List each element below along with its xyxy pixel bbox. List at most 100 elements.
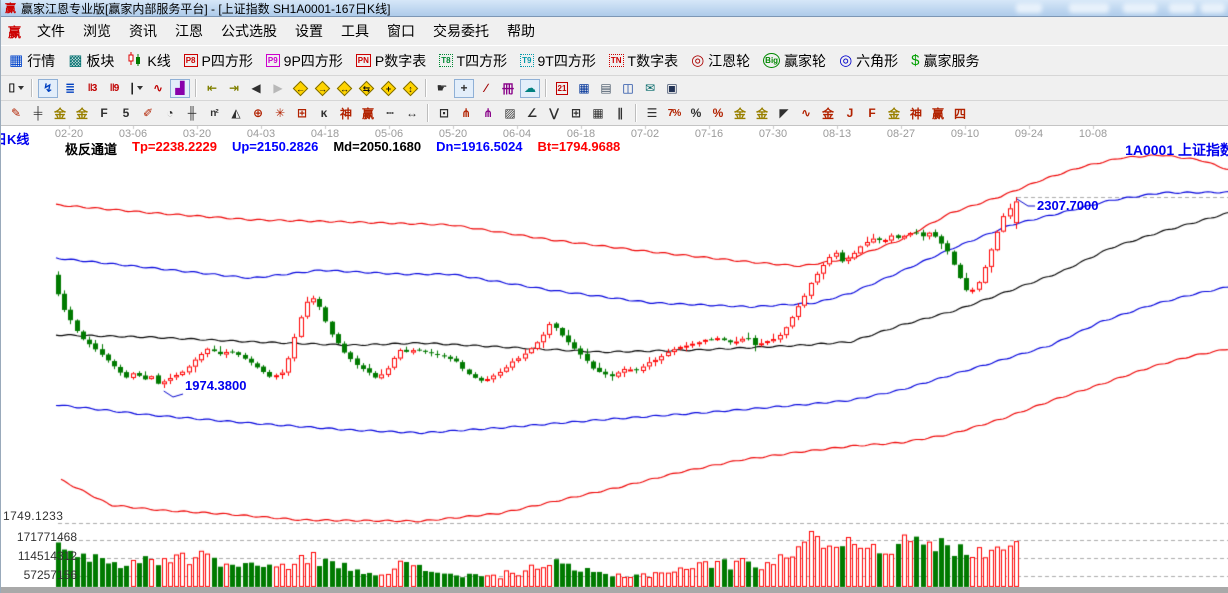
- volume-histogram-icon[interactable]: ▟: [170, 79, 190, 98]
- horizontal-scrollbar[interactable]: [1, 587, 1228, 593]
- angle-si-icon[interactable]: 四: [950, 104, 970, 123]
- plain-comb-icon[interactable]: ╫: [182, 104, 202, 123]
- score-bars-icon[interactable]: ☰: [642, 104, 662, 123]
- mail-globe-icon[interactable]: ✉: [640, 79, 660, 98]
- menu-item-news[interactable]: 资讯: [120, 18, 166, 44]
- period-candle-dropdown-icon[interactable]: ⌷: [6, 79, 26, 98]
- pan-hand-icon[interactable]: ☛: [432, 79, 452, 98]
- percent-7-icon[interactable]: 7%: [664, 104, 684, 123]
- gold-circle-icon[interactable]: 金: [730, 104, 750, 123]
- toolbar-item-sectors[interactable]: ▩板块: [68, 51, 114, 71]
- width-measure-icon[interactable]: ↔: [402, 104, 422, 123]
- k-marks-icon[interactable]: ĸ: [314, 104, 334, 123]
- titlebar-button-blurred[interactable]: [1169, 3, 1195, 13]
- compress-horizontal-icon[interactable]: ⇆: [356, 79, 376, 98]
- pen-tool-icon[interactable]: ✎: [6, 104, 26, 123]
- toolbar-item-quotes[interactable]: ▦行情: [9, 51, 55, 71]
- menu-item-file[interactable]: 文件: [28, 18, 74, 44]
- kline-chart-canvas[interactable]: [1, 126, 1228, 593]
- toolbar-item-t-number-table[interactable]: TNT数字表: [609, 51, 678, 71]
- marker-pen-icon[interactable]: ✐: [138, 104, 158, 123]
- angle-gold-icon[interactable]: 金: [884, 104, 904, 123]
- calendar-21-icon[interactable]: 21: [552, 79, 572, 98]
- toolbar-item-p-number-table[interactable]: PNP数字表: [356, 51, 426, 71]
- toolbar-item-9p-square[interactable]: P99P四方形: [266, 51, 343, 71]
- angle-f-icon[interactable]: F: [862, 104, 882, 123]
- zoom-out-all-icon[interactable]: ↕: [400, 79, 420, 98]
- gann-grid-dense-icon[interactable]: ▦: [588, 104, 608, 123]
- gold-red-icon[interactable]: 金: [818, 104, 838, 123]
- info-panel-icon[interactable]: ≣: [60, 79, 80, 98]
- percent-icon[interactable]: %: [686, 104, 706, 123]
- smart-analysis-icon[interactable]: ☁: [520, 79, 540, 98]
- remote-pc-icon[interactable]: ▣: [662, 79, 682, 98]
- wave-tool-icon[interactable]: ∿: [796, 104, 816, 123]
- shift-left-icon[interactable]: ←: [290, 79, 310, 98]
- gold-ratio-ruler-icon[interactable]: 金: [50, 104, 70, 123]
- gold-section-ruler-icon[interactable]: 金: [72, 104, 92, 123]
- fibonacci-ruler-icon[interactable]: F: [94, 104, 114, 123]
- titlebar-button-blurred[interactable]: [1123, 3, 1157, 13]
- angle-ying-icon[interactable]: 赢: [928, 104, 948, 123]
- spiral-ruler-icon[interactable]: 5: [116, 104, 136, 123]
- menu-item-help[interactable]: 帮助: [498, 18, 544, 44]
- toolbar-item-9t-square[interactable]: T99T四方形: [520, 51, 596, 71]
- toolbar-item-p-square[interactable]: P8P四方形: [184, 51, 253, 71]
- menu-item-window[interactable]: 窗口: [378, 18, 424, 44]
- menu-item-settings[interactable]: 设置: [286, 18, 332, 44]
- flag-tool-icon[interactable]: ◤: [774, 104, 794, 123]
- menu-item-formula-stock-pick[interactable]: 公式选股: [212, 18, 286, 44]
- gann-fan-purple-icon[interactable]: ⋔: [478, 104, 498, 123]
- square-of-n-icon[interactable]: n²: [204, 104, 224, 123]
- ying-ruler-icon[interactable]: 赢: [358, 104, 378, 123]
- comb-ruler-icon[interactable]: ╪: [28, 104, 48, 123]
- calculator-icon[interactable]: ▦: [574, 79, 594, 98]
- v-lines-icon[interactable]: ⋁: [544, 104, 564, 123]
- toolbar-item-hexagon[interactable]: ◎六角形: [839, 51, 898, 71]
- nav-next-icon[interactable]: ▶: [268, 79, 288, 98]
- box-measure-icon[interactable]: ⊡: [434, 104, 454, 123]
- ma-3-icon[interactable]: ‖3: [82, 79, 102, 98]
- toolbar-item-gann-wheel[interactable]: ◎江恩轮: [691, 51, 750, 71]
- angle-lines-icon[interactable]: ∠: [522, 104, 542, 123]
- cycle-clock-icon[interactable]: ◔: [160, 104, 180, 123]
- period-tab-daily-kline[interactable]: 日K线: [1, 129, 29, 148]
- parallel-lines-icon[interactable]: ∥: [610, 104, 630, 123]
- nav-prev-icon[interactable]: ◀: [246, 79, 266, 98]
- angle-j-icon[interactable]: J: [840, 104, 860, 123]
- nav-last-icon[interactable]: ⇥: [224, 79, 244, 98]
- ruler-123-icon[interactable]: ┉: [380, 104, 400, 123]
- trend-measure-icon[interactable]: ∕: [476, 79, 496, 98]
- pattern-outline-icon[interactable]: ∿: [148, 79, 168, 98]
- shift-right-icon[interactable]: →: [312, 79, 332, 98]
- mirror-triangle-icon[interactable]: ◭: [226, 104, 246, 123]
- titlebar-button-blurred[interactable]: [1201, 3, 1225, 13]
- toolbar-item-winner-wheel[interactable]: Big赢家轮: [763, 51, 826, 71]
- circle-cross-icon[interactable]: ⊕: [248, 104, 268, 123]
- titlebar-button-blurred[interactable]: [1069, 3, 1109, 13]
- shen-ruler-icon[interactable]: 神: [336, 104, 356, 123]
- expand-horizontal-icon[interactable]: ↔: [334, 79, 354, 98]
- menu-item-gann[interactable]: 江恩: [166, 18, 212, 44]
- toolbar-item-winner-service[interactable]: $赢家服务: [911, 51, 979, 71]
- titlebar-button-blurred[interactable]: [1016, 3, 1042, 13]
- menu-item-trade-order[interactable]: 交易委托: [424, 18, 498, 44]
- menu-item-browse[interactable]: 浏览: [74, 18, 120, 44]
- gann-grid-icon[interactable]: ⊞: [566, 104, 586, 123]
- gold-line-icon[interactable]: 金: [752, 104, 772, 123]
- notes-icon[interactable]: ▤: [596, 79, 616, 98]
- gann-grid-tool-icon[interactable]: 冊: [498, 79, 518, 98]
- angle-shen-icon[interactable]: 神: [906, 104, 926, 123]
- percent-line-icon[interactable]: %: [708, 104, 728, 123]
- crosshair-icon[interactable]: +: [454, 79, 474, 98]
- gann-fan-red-icon[interactable]: ⋔: [456, 104, 476, 123]
- save-icon[interactable]: ◫: [618, 79, 638, 98]
- menu-item-tools[interactable]: 工具: [332, 18, 378, 44]
- toolbar-item-t-square[interactable]: T8T四方形: [439, 51, 507, 71]
- ma-9-icon[interactable]: ‖9: [104, 79, 124, 98]
- toolbar-item-kline[interactable]: K线: [127, 51, 170, 71]
- pattern-zoom-icon[interactable]: ↯: [38, 79, 58, 98]
- grid-center-icon[interactable]: ⊞: [292, 104, 312, 123]
- fan-box-icon[interactable]: ▨: [500, 104, 520, 123]
- zoom-in-all-icon[interactable]: +: [378, 79, 398, 98]
